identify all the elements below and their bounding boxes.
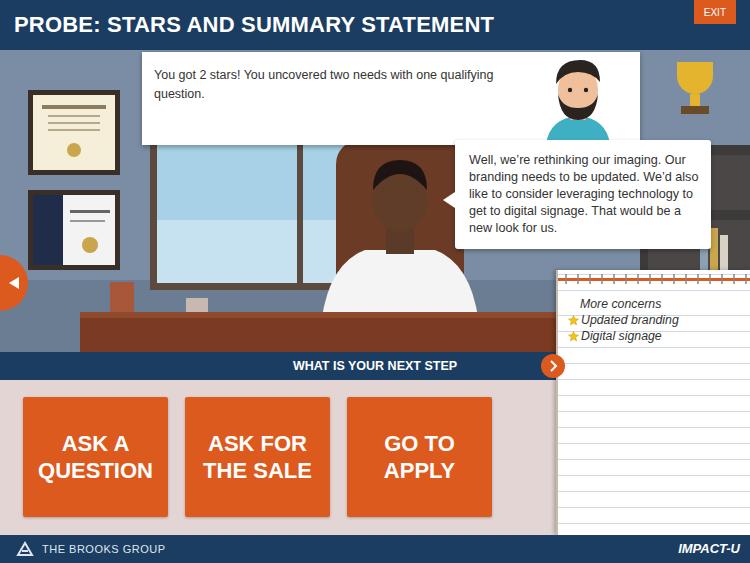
spiral-rings-icon xyxy=(558,270,750,286)
notepad-item-label: Updated branding xyxy=(581,312,679,328)
star-icon xyxy=(568,331,579,342)
next-button[interactable] xyxy=(541,354,565,378)
notepad-item: Digital signage xyxy=(568,328,742,344)
action-button[interactable]: ASK A QUESTION xyxy=(23,397,168,517)
page-title: PROBE: STARS AND SUMMARY STATEMENT xyxy=(0,12,494,38)
speech-text: Well, we’re rethinking our imaging. Our … xyxy=(469,152,699,237)
action-button[interactable]: ASK FOR THE SALE xyxy=(185,397,330,517)
app: PROBE: STARS AND SUMMARY STATEMENT EXIT xyxy=(0,0,750,563)
header-bar: PROBE: STARS AND SUMMARY STATEMENT EXIT xyxy=(0,0,750,50)
notepad-item-label: Digital signage xyxy=(581,328,662,344)
notepad-item: Updated branding xyxy=(568,312,742,328)
action-button[interactable]: GO TO APPLY xyxy=(347,397,492,517)
customer-speech-bubble: Well, we’re rethinking our imaging. Our … xyxy=(455,140,711,249)
exit-button[interactable]: EXIT xyxy=(694,0,736,24)
left-arrow-icon xyxy=(8,276,20,290)
main-area: You got 2 stars! You uncovered two needs… xyxy=(0,50,750,563)
brooks-logo-icon xyxy=(16,541,34,557)
star-icon xyxy=(568,315,579,326)
footer-bar: THE BROOKS GROUP IMPACT-U xyxy=(0,535,750,563)
coach-avatar-icon xyxy=(538,54,618,144)
brand-name: THE BROOKS GROUP xyxy=(42,541,166,558)
product-name: IMPACT-U xyxy=(678,539,740,559)
notepad-title: More concerns xyxy=(568,296,742,312)
prompt-label: WHAT IS YOUR NEXT STEP xyxy=(293,357,457,376)
notepad: More concernsUpdated brandingDigital sig… xyxy=(556,270,750,535)
feedback-box: You got 2 stars! You uncovered two needs… xyxy=(142,52,640,145)
right-chevron-icon xyxy=(548,360,558,372)
feedback-text: You got 2 stars! You uncovered two needs… xyxy=(154,66,530,104)
